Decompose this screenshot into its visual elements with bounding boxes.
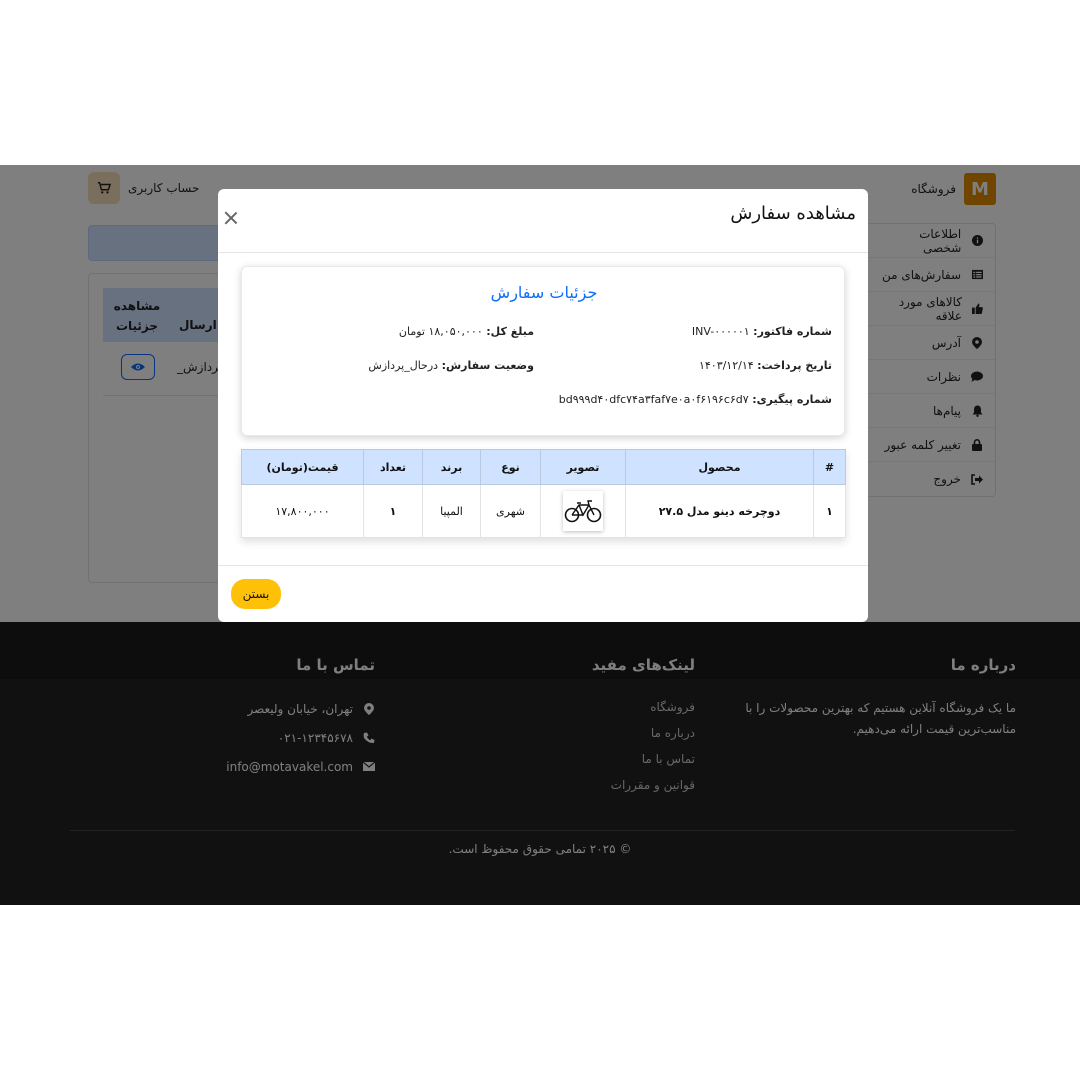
cell-quantity: ۱ — [363, 484, 423, 538]
tracking-label: شماره پیگیری: — [752, 393, 832, 406]
app-frame: M فروشگاه حساب کاربری اطلاعات شخصی سفارش… — [0, 165, 1080, 905]
bicycle-icon — [564, 500, 602, 523]
payment-date-value: ۱۴۰۳/۱۲/۱۴ — [698, 359, 754, 372]
invoice-label: شماره فاکتور: — [753, 325, 832, 338]
column-header-type: نوع — [480, 449, 541, 485]
cell-product: دوچرخه دینو مدل ۲۷.۵ — [625, 484, 814, 538]
modal-title: مشاهده سفارش — [730, 203, 856, 224]
modal-header: مشاهده سفارش — [218, 189, 868, 253]
order-total: مبلغ کل: ۱۸,۰۵۰,۰۰۰ تومان — [399, 325, 534, 338]
status-value: درحال_پردازش — [368, 359, 439, 372]
payment-date-label: تاریخ پرداخت: — [757, 359, 832, 372]
cell-index: ۱ — [813, 484, 846, 538]
column-header-product: محصول — [625, 449, 814, 485]
order-modal: مشاهده سفارش جزئیات سفارش شماره فاکتور: … — [218, 189, 868, 622]
order-status: وضعیت سفارش: درحال_پردازش — [368, 359, 534, 372]
total-label: مبلغ کل: — [486, 325, 534, 338]
cell-price: ۱۷,۸۰۰,۰۰۰ — [241, 484, 364, 538]
column-header-quantity: تعداد — [363, 449, 423, 485]
modal-footer: بستن — [218, 565, 868, 622]
invoice-number: شماره فاکتور: INV-۰۰۰۰۰۱ — [692, 325, 832, 338]
cell-brand: المپیا — [422, 484, 481, 538]
column-header-index: # — [813, 449, 846, 485]
invoice-value: INV-۰۰۰۰۰۱ — [691, 325, 750, 338]
order-details-card: جزئیات سفارش شماره فاکتور: INV-۰۰۰۰۰۱ مب… — [241, 266, 845, 436]
cell-type: شهری — [480, 484, 541, 538]
total-value: ۱۸,۰۵۰,۰۰۰ تومان — [398, 325, 483, 338]
product-thumbnail — [563, 491, 603, 531]
table-header-row: # محصول تصویر نوع برند تعداد قیمت(تومان) — [241, 449, 846, 485]
close-button[interactable]: بستن — [231, 579, 281, 609]
tracking-number: شماره پیگیری: bd۹۹۹d۴۰dfc۷۴a۳faf۷e۰a۰f۶۱… — [559, 393, 832, 406]
close-icon[interactable] — [224, 211, 238, 225]
order-details-title: جزئیات سفارش — [490, 283, 598, 302]
column-header-brand: برند — [422, 449, 481, 485]
status-label: وضعیت سفارش: — [441, 359, 534, 372]
order-items-table: # محصول تصویر نوع برند تعداد قیمت(تومان)… — [241, 449, 846, 538]
column-header-image: تصویر — [540, 449, 626, 485]
table-row: ۱ دوچرخه دینو مدل ۲۷.۵ شهری المپیا ۱ ۱۷,… — [241, 484, 846, 538]
payment-date: تاریخ پرداخت: ۱۴۰۳/۱۲/۱۴ — [699, 359, 832, 372]
tracking-value: bd۹۹۹d۴۰dfc۷۴a۳faf۷e۰a۰f۶۱۹۶c۶d۷ — [558, 393, 749, 406]
column-header-price: قیمت(تومان) — [241, 449, 364, 485]
cell-image — [540, 484, 626, 538]
